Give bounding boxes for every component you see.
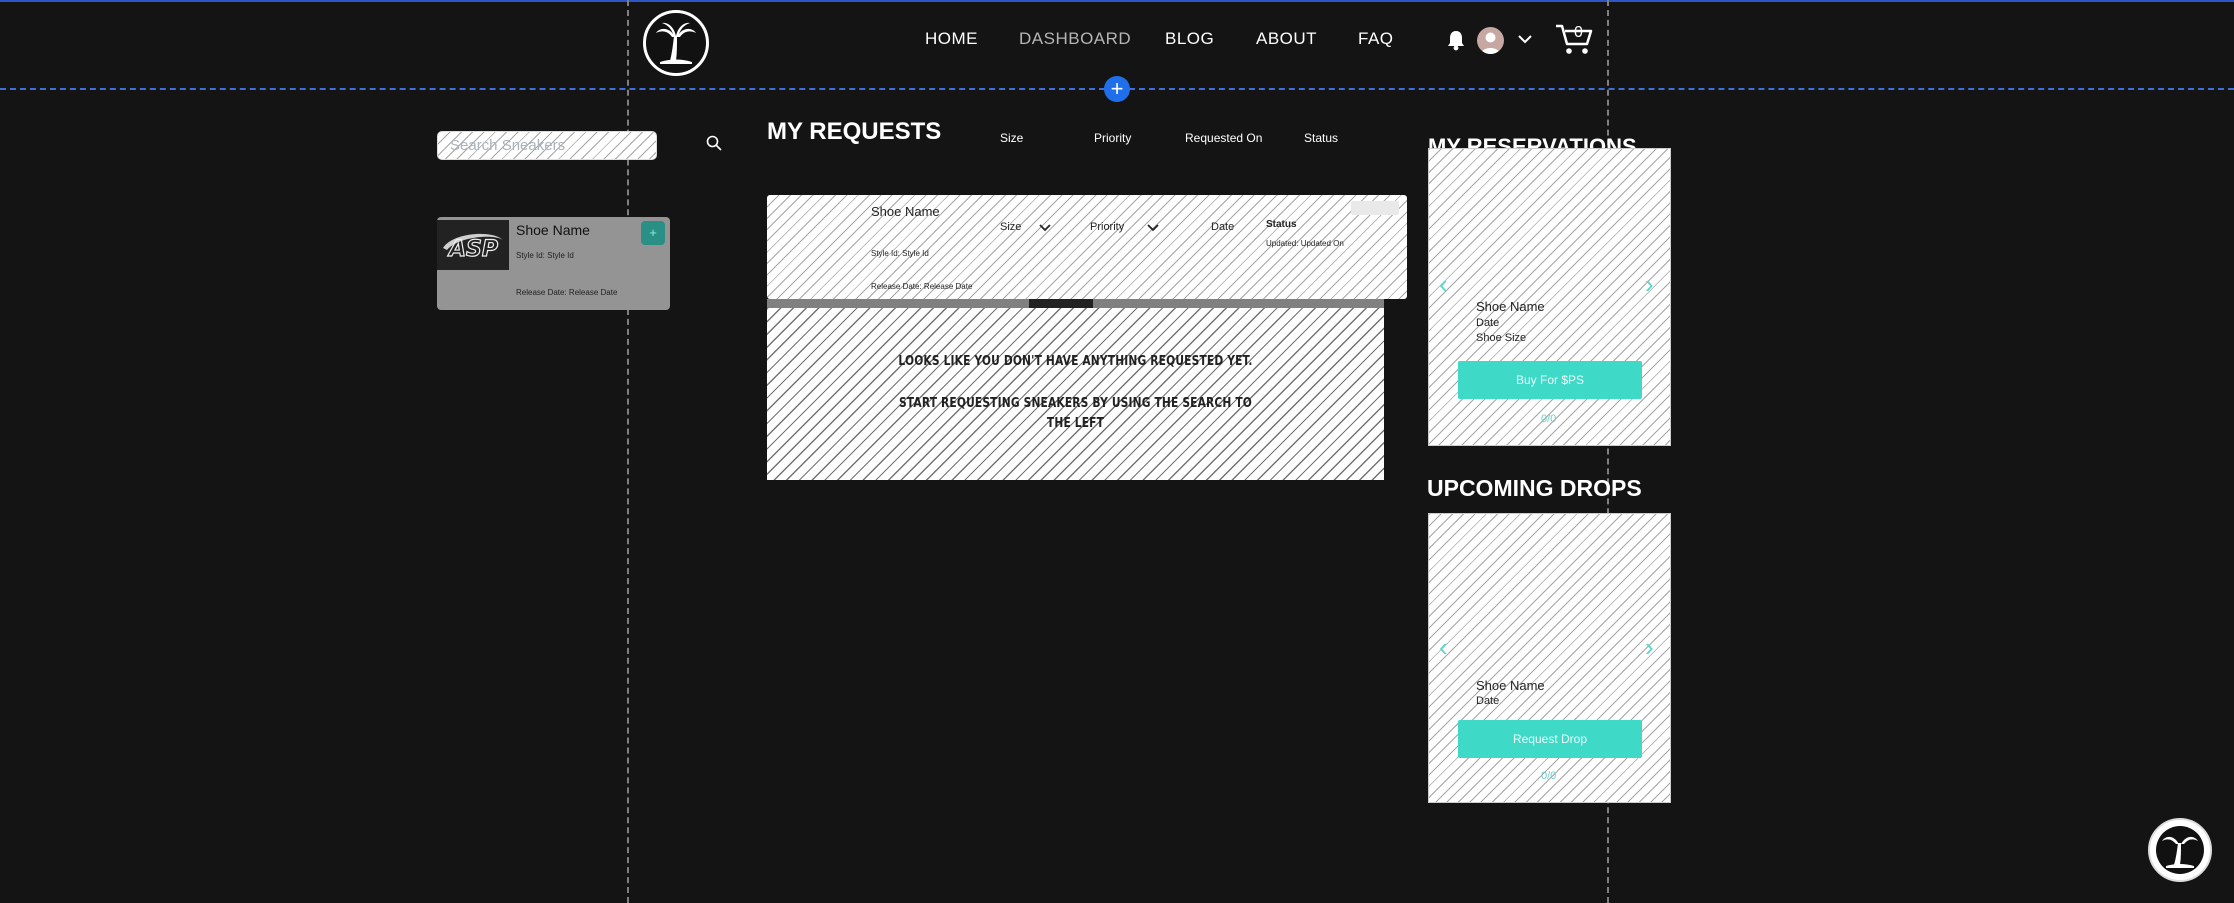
empty-requests-panel: LOOKS LIKE YOU DON'T HAVE ANYTHING REQUE… [767,308,1384,480]
floating-chat-logo[interactable] [2148,818,2212,882]
palm-tree-icon [656,22,696,64]
drop-date: Date [1476,695,1500,707]
request-drop-button[interactable]: Request Drop [1458,720,1642,758]
reservations-prev-arrow-icon[interactable]: ‹ [1439,269,1448,300]
request-row[interactable]: Shoe Name Style Id: Style Id Release Dat… [767,195,1407,299]
drops-next-arrow-icon[interactable]: › [1645,632,1654,663]
upcoming-drops-title: UPCOMING DROPS [1427,475,1642,501]
nav-faq[interactable]: FAQ [1358,29,1394,49]
nav-dashboard[interactable]: DASHBOARD [1019,29,1131,49]
result-style-id: Style Id: Style Id [516,251,574,260]
priority-chevron-down-icon[interactable] [1146,223,1160,233]
notifications-bell-icon[interactable] [1446,29,1466,56]
nav-home[interactable]: HOME [925,29,978,49]
my-reservations-title: MY RESERVATIONS [1428,134,1637,148]
add-section-button[interactable]: + [1104,76,1130,102]
priority-select[interactable]: Priority [1090,221,1124,233]
status-badge [1351,201,1399,215]
column-header-size: Size [1000,131,1024,145]
user-avatar[interactable] [1477,27,1504,54]
result-shoe-name: Shoe Name [516,222,590,238]
reservations-next-arrow-icon[interactable]: › [1645,269,1654,300]
nav-blog[interactable]: BLOG [1165,29,1214,49]
drops-prev-arrow-icon[interactable]: ‹ [1439,632,1448,663]
search-icon[interactable] [706,135,722,156]
reservation-date: Date [1476,317,1500,329]
request-release-date: Release Date: Release Date [871,282,973,291]
search-result-card[interactable]: ASP Shoe Name Style Id: Style Id Release… [437,217,670,310]
size-chevron-down-icon[interactable] [1038,223,1052,233]
request-shoe-name: Shoe Name [871,204,940,219]
drops-pager: 0/0 [1541,770,1557,782]
reservation-shoe-name: Shoe Name [1476,299,1545,314]
brand-logo: ASP [437,220,509,270]
editor-top-border [0,0,2234,2]
request-updated-on: Updated: Updated On [1266,239,1344,248]
reservations-slider: ‹ › Shoe Name Date Shoe Size Buy For $PS… [1428,148,1671,446]
result-release-date: Release Date: Release Date [516,288,618,297]
palm-tree-badge-icon [2156,826,2204,874]
account-chevron-down-icon[interactable] [1517,32,1533,50]
request-style-id: Style Id: Style Id [871,249,929,258]
reservation-shoe-size: Shoe Size [1476,332,1527,344]
column-header-requested-on: Requested On [1185,131,1263,145]
nav-about[interactable]: ABOUT [1256,29,1317,49]
search-input[interactable] [437,131,657,160]
my-requests-title: MY REQUESTS [767,118,942,145]
cart-count: 0 [1574,24,1583,41]
site-logo[interactable] [643,10,709,76]
empty-message-line1: LOOKS LIKE YOU DON'T HAVE ANYTHING REQUE… [898,354,1253,369]
request-date: Date [1211,221,1235,233]
request-status-label: Status [1266,219,1297,230]
column-header-priority: Priority [1094,131,1132,145]
asp-logo-icon: ASP [443,233,503,263]
buy-button[interactable]: Buy For $PS [1458,361,1642,399]
drops-slider: ‹ › Shoe Name Date Request Drop 0/0 [1428,513,1671,803]
reservations-pager: 0/0 [1541,413,1557,425]
empty-message-line3: THE LEFT [1046,416,1105,431]
drop-shoe-name: Shoe Name [1476,678,1545,693]
size-select[interactable]: Size [1000,221,1021,233]
empty-message-line2: START REQUESTING SNEAKERS BY USING THE S… [898,396,1253,411]
svg-text:ASP: ASP [447,237,498,262]
column-header-status: Status [1304,131,1339,145]
request-add-button[interactable]: + [641,221,665,245]
